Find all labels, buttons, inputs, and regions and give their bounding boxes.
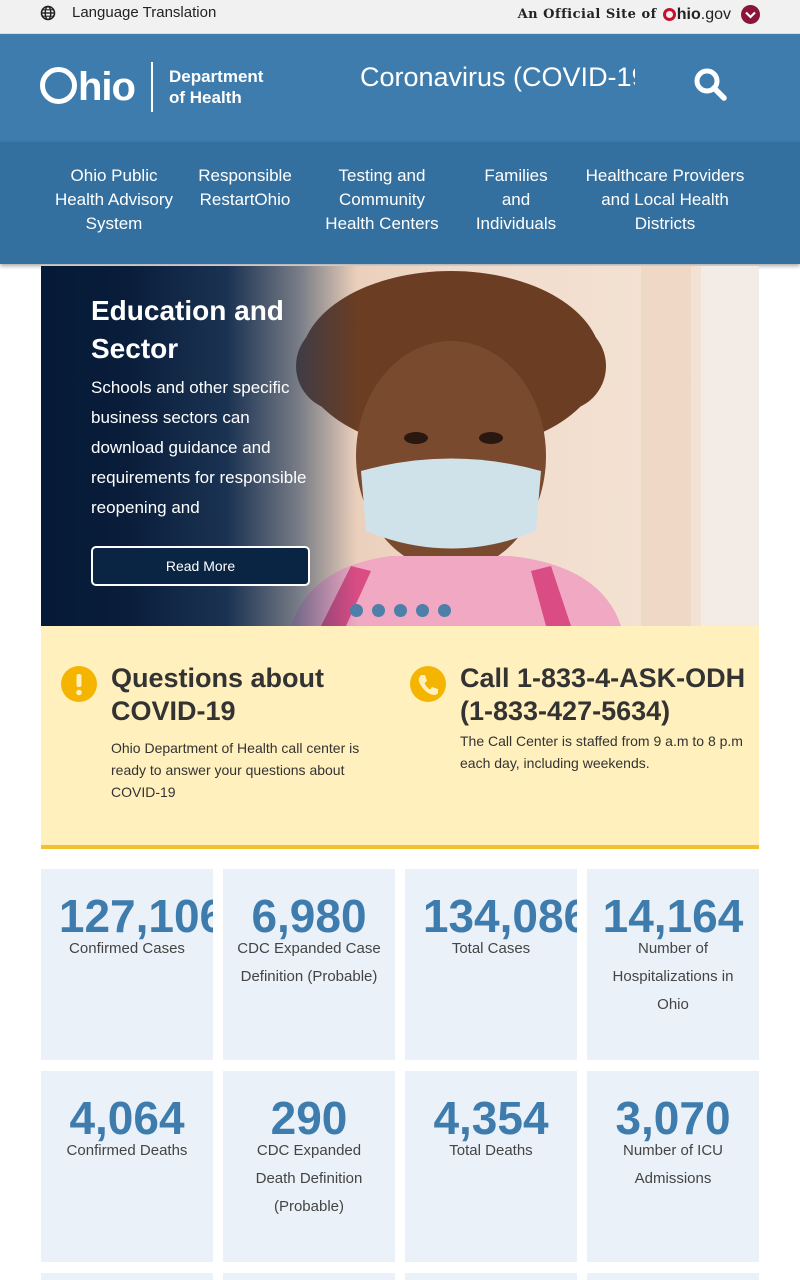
hero-carousel: Education and Sector Schools and other s… <box>41 266 759 626</box>
covid-questions-panel: Questions about COVID-19 Ohio Department… <box>41 626 759 849</box>
chevron-down-icon[interactable] <box>741 5 760 24</box>
carousel-dot-1[interactable] <box>350 604 363 617</box>
nav-item-restart-ohio[interactable]: Responsible RestartOhio <box>190 164 300 212</box>
carousel-dot-2[interactable] <box>372 604 385 617</box>
hero-description: Schools and other specific business sect… <box>91 378 307 517</box>
odh-logo[interactable]: hio Department of Health <box>40 62 263 112</box>
stat-label: CDC Expanded Case Definition (Probable) <box>237 940 381 985</box>
stat-label: Total Deaths <box>449 1142 533 1159</box>
stat-card-partial <box>587 1273 759 1280</box>
ohio-logo-o-mark <box>40 67 77 104</box>
logo-divider <box>150 62 153 112</box>
search-icon[interactable] <box>692 66 728 102</box>
official-site-banner[interactable]: An Official Site of hio .gov <box>518 5 760 24</box>
carousel-dot-3[interactable] <box>394 604 407 617</box>
stat-card-partial <box>405 1273 577 1280</box>
ohio-o-mark <box>662 8 676 21</box>
main-navigation: Ohio Public Health Advisory System Respo… <box>0 142 800 264</box>
stat-label: Confirmed Deaths <box>66 1142 188 1159</box>
nav-item-families[interactable]: Families and Individuals <box>468 164 564 236</box>
read-more-button[interactable]: Read More <box>91 546 310 586</box>
questions-body: Ohio Department of Health call center is… <box>111 740 360 800</box>
exclamation-icon <box>61 666 97 702</box>
call-center-body: The Call Center is staffed from 9 a.m to… <box>460 733 743 771</box>
language-translation-label: Language Translation <box>72 4 217 21</box>
stat-card-total-deaths: 4,354 Total Deaths <box>405 1071 577 1262</box>
stat-card-confirmed-cases: 127,106 Confirmed Cases <box>41 869 213 1060</box>
official-site-text: An Official Site of <box>517 7 657 22</box>
stat-label: Number of ICU Admissions <box>622 1142 724 1187</box>
carousel-dot-4[interactable] <box>416 604 429 617</box>
stat-card-icu-admissions: 3,070 Number of ICU Admissions <box>587 1071 759 1262</box>
ohio-logo-text: hio <box>78 65 136 109</box>
ohio-gov-suffix: .gov <box>700 5 731 23</box>
site-search-title: Coronavirus (COVID-19 <box>360 62 635 92</box>
stat-label: Number of Hospitalizations in Ohio <box>612 940 734 1013</box>
stat-card-total-cases: 134,086 Total Cases <box>405 869 577 1060</box>
stat-card-partial <box>223 1273 395 1280</box>
call-center-heading[interactable]: Call 1-833-4-ASK-ODH (1-833-427-5634) <box>460 662 750 728</box>
nav-item-advisory-system[interactable]: Ohio Public Health Advisory System <box>50 164 178 236</box>
ohio-gov-wordmark: hio <box>676 5 701 23</box>
ohio-logo-wordmark: hio <box>40 65 136 109</box>
carousel-dot-5[interactable] <box>438 604 451 617</box>
carousel-dots <box>350 604 451 617</box>
stat-label: Confirmed Cases <box>69 940 185 957</box>
phone-icon <box>410 666 446 702</box>
stat-card-confirmed-deaths: 4,064 Confirmed Deaths <box>41 1071 213 1262</box>
department-of-health-text: Department of Health <box>169 66 263 109</box>
hero-title: Education and Sector <box>91 295 284 364</box>
stat-card-probable-deaths: 290 CDC Expanded Death Definition (Proba… <box>223 1071 395 1262</box>
top-utility-bar: Language Translation An Official Site of… <box>0 0 800 34</box>
stat-card-hospitalizations: 14,164 Number of Hospitalizations in Ohi… <box>587 869 759 1060</box>
stat-card-partial <box>41 1273 213 1280</box>
dept-line-1: Department <box>168 66 264 86</box>
ohio-gov-logo: hio .gov <box>662 5 731 24</box>
stat-card-probable-cases: 6,980 CDC Expanded Case Definition (Prob… <box>223 869 395 1060</box>
nav-item-healthcare-providers[interactable]: Healthcare Providers and Local Health Di… <box>580 164 750 236</box>
questions-heading: Questions about COVID-19 <box>111 663 325 726</box>
nav-item-testing[interactable]: Testing and Community Health Centers <box>318 164 446 236</box>
language-translation-link[interactable]: Language Translation <box>40 4 216 21</box>
globe-icon <box>40 5 56 20</box>
stat-label: Total Cases <box>451 940 531 957</box>
stat-label: CDC Expanded Death Definition (Probable) <box>255 1142 363 1215</box>
site-header: hio Department of Health Coronavirus (CO… <box>0 34 800 142</box>
dept-line-2: of Health <box>168 88 242 107</box>
